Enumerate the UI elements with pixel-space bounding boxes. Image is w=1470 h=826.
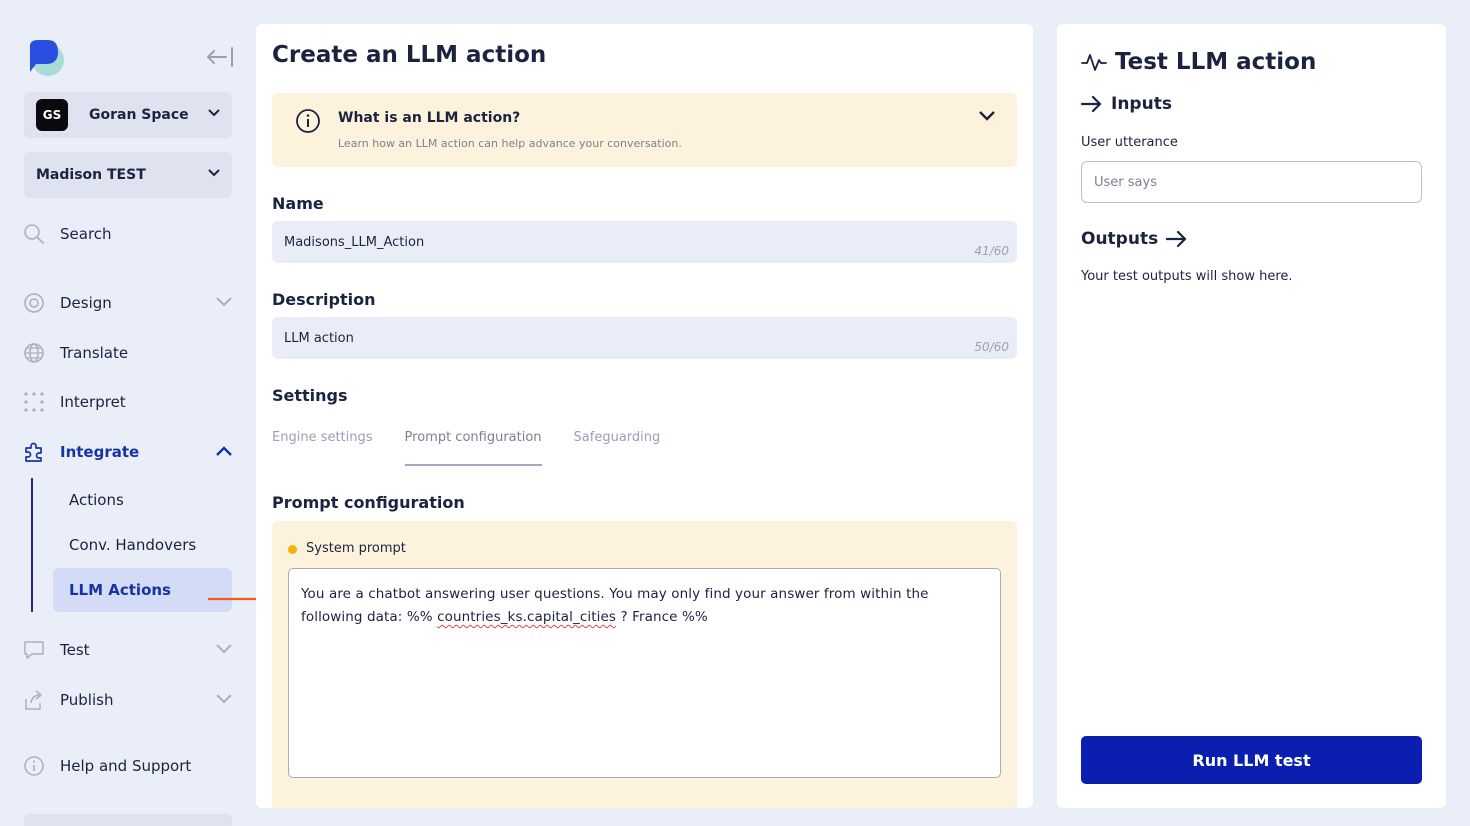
- name-label: Name: [272, 194, 324, 213]
- project-selector[interactable]: Madison TEST: [24, 152, 232, 198]
- design-icon: [24, 293, 44, 313]
- inputs-heading-text: Inputs: [1111, 94, 1172, 114]
- user-utterance-placeholder: User says: [1094, 174, 1157, 190]
- name-input[interactable]: Madisons_LLM_Action 41/60: [272, 221, 1017, 263]
- chevron-down-icon: [208, 169, 220, 177]
- chevron-down-icon: [208, 109, 220, 117]
- nav-design[interactable]: Design: [22, 289, 234, 317]
- nav-integrate[interactable]: Integrate: [22, 438, 234, 466]
- info-title: What is an LLM action?: [338, 110, 521, 126]
- outputs-heading: Outputs: [1081, 229, 1188, 249]
- description-value: LLM action: [284, 330, 354, 346]
- sidebar-item-actions[interactable]: Actions: [53, 478, 232, 522]
- dots-grid-icon: [24, 392, 44, 412]
- page-title: Create an LLM action: [272, 42, 547, 68]
- workspace-selector[interactable]: GS Goran Space: [24, 92, 232, 138]
- outputs-empty-state: Your test outputs will show here.: [1081, 269, 1293, 284]
- nav-translate[interactable]: Translate: [22, 339, 234, 367]
- activity-pulse-icon: [1081, 54, 1107, 71]
- system-prompt-textarea[interactable]: You are a chatbot answering user questio…: [288, 568, 1001, 778]
- info-accordion[interactable]: What is an LLM action? Learn how an LLM …: [272, 93, 1017, 167]
- nav-publish[interactable]: Publish: [22, 686, 234, 714]
- run-llm-test-button[interactable]: Run LLM test: [1081, 736, 1422, 784]
- chevron-down-icon[interactable]: [979, 111, 995, 121]
- project-name: Madison TEST: [36, 167, 146, 183]
- share-icon: [25, 690, 42, 710]
- nav-translate-label: Translate: [60, 344, 129, 362]
- outputs-heading-text: Outputs: [1081, 229, 1159, 249]
- chevron-down-icon: [216, 297, 232, 307]
- nav-help-label: Help and Support: [60, 757, 192, 775]
- inputs-heading: Inputs: [1081, 94, 1172, 114]
- app-root: GS Goran Space Madison TEST Search Desig…: [0, 0, 1470, 826]
- system-prompt-section: System prompt You are a chatbot answerin…: [272, 521, 1017, 808]
- test-panel-title: Test LLM action: [1081, 49, 1316, 75]
- puzzle-icon: [25, 442, 42, 462]
- chevron-up-icon: [216, 446, 232, 456]
- prompt-config-heading: Prompt configuration: [272, 493, 465, 512]
- workspace-avatar: GS: [36, 99, 68, 131]
- info-subtitle: Learn how an LLM action can help advance…: [338, 137, 682, 150]
- info-icon: [24, 756, 44, 776]
- description-char-counter: 50/60: [974, 340, 1009, 354]
- nav-help-support[interactable]: Help and Support: [22, 752, 234, 780]
- nav-interpret[interactable]: Interpret: [22, 388, 234, 416]
- prompt-text-after: ? France %%: [616, 609, 708, 625]
- sidebar-item-llm-actions[interactable]: LLM Actions: [53, 568, 232, 612]
- tab-prompt-configuration[interactable]: Prompt configuration: [404, 430, 542, 466]
- collapse-sidebar-icon[interactable]: [206, 46, 234, 68]
- app-logo: [30, 40, 64, 76]
- submenu-indicator-line: [31, 478, 33, 612]
- nav-integrate-label: Integrate: [60, 443, 140, 461]
- search-icon: [24, 224, 44, 244]
- info-icon: [296, 109, 320, 133]
- test-panel-title-text: Test LLM action: [1115, 49, 1317, 75]
- system-prompt-label: System prompt: [306, 541, 406, 556]
- nav-design-label: Design: [60, 294, 112, 312]
- nav-search[interactable]: Search: [22, 220, 234, 248]
- sidebar: GS Goran Space Madison TEST Search Desig…: [0, 0, 276, 826]
- arrow-right-icon: [1081, 96, 1102, 112]
- chevron-down-icon: [216, 694, 232, 704]
- settings-label: Settings: [272, 386, 348, 405]
- nav-test-label: Test: [60, 641, 90, 659]
- user-utterance-label: User utterance: [1081, 135, 1178, 150]
- nav-publish-label: Publish: [60, 691, 114, 709]
- settings-tabs: Engine settings Prompt configuration Saf…: [272, 430, 692, 468]
- name-char-counter: 41/60: [974, 244, 1009, 258]
- tab-safeguarding[interactable]: Safeguarding: [574, 430, 661, 466]
- description-input[interactable]: LLM action 50/60: [272, 317, 1017, 359]
- chevron-down-icon: [216, 644, 232, 654]
- chat-icon: [24, 641, 44, 659]
- nav-test[interactable]: Test: [22, 636, 234, 664]
- name-value: Madisons_LLM_Action: [284, 234, 425, 250]
- status-dot: [288, 545, 297, 554]
- arrow-right-icon: [1166, 231, 1187, 247]
- sidebar-item-conv-handovers[interactable]: Conv. Handovers: [53, 523, 232, 567]
- create-llm-action-panel: Create an LLM action What is an LLM acti…: [256, 24, 1033, 808]
- tab-engine-settings[interactable]: Engine settings: [272, 430, 373, 466]
- test-llm-action-panel: Test LLM action Inputs User utterance Us…: [1057, 24, 1446, 808]
- nav-search-label: Search: [60, 225, 112, 243]
- description-label: Description: [272, 290, 376, 309]
- user-utterance-input[interactable]: User says: [1081, 161, 1422, 203]
- account-menu[interactable]: [24, 814, 232, 826]
- workspace-name: Goran Space: [89, 107, 189, 123]
- globe-icon: [24, 343, 44, 363]
- prompt-text-spellcheck-flagged: countries_ks.capital_cities: [437, 609, 617, 625]
- nav-interpret-label: Interpret: [60, 393, 126, 411]
